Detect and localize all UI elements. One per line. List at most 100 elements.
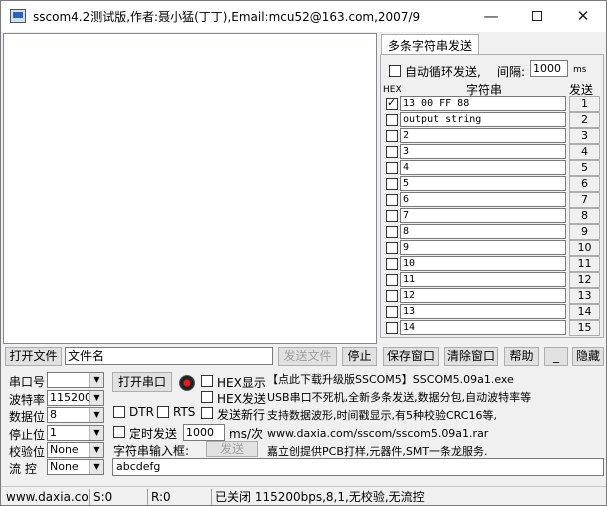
hex-display-checkbox[interactable] bbox=[201, 375, 213, 387]
file-toolbar: 打开文件 文件名 发送文件 停止 保存窗口 清除窗口 帮助 _ 隐藏 bbox=[1, 346, 606, 368]
baud-select[interactable]: 115200 ▼ bbox=[47, 390, 104, 406]
string-field[interactable]: 7 bbox=[400, 208, 566, 223]
timed-send-checkbox[interactable] bbox=[113, 426, 125, 438]
row-send-button[interactable]: 14 bbox=[569, 304, 600, 320]
chevron-down-icon: ▼ bbox=[89, 373, 103, 387]
port-select[interactable]: ▼ bbox=[47, 372, 104, 388]
app-window: sscom4.2测试版,作者:聂小猛(丁丁),Email:mcu52@163.c… bbox=[0, 0, 607, 506]
string-field[interactable]: 10 bbox=[400, 256, 566, 271]
string-field[interactable]: output string bbox=[400, 112, 566, 127]
hex-row-checkbox[interactable] bbox=[386, 114, 398, 126]
clear-window-button[interactable]: 清除窗口 bbox=[444, 347, 498, 366]
send-input[interactable]: abcdefg bbox=[112, 458, 604, 476]
data-bits-select[interactable]: 8 ▼ bbox=[47, 407, 104, 423]
row-send-button[interactable]: 4 bbox=[569, 144, 600, 160]
string-field[interactable]: 11 bbox=[400, 272, 566, 287]
row-send-button[interactable]: 6 bbox=[569, 176, 600, 192]
row-send-button[interactable]: 11 bbox=[569, 256, 600, 272]
auto-loop-label: 自动循环发送, bbox=[405, 65, 481, 79]
open-file-button[interactable]: 打开文件 bbox=[5, 347, 62, 366]
hex-row-checkbox[interactable] bbox=[386, 194, 398, 206]
hex-row-checkbox[interactable] bbox=[386, 242, 398, 254]
flow-select[interactable]: None ▼ bbox=[47, 459, 104, 475]
file-name-field[interactable]: 文件名 bbox=[65, 347, 273, 365]
string-field[interactable]: 12 bbox=[400, 288, 566, 303]
status-port-state: 已关闭 115200bps,8,1,无校验,无流控 bbox=[211, 489, 604, 505]
timed-interval-input[interactable]: 1000 bbox=[183, 424, 225, 441]
hex-row-checkbox[interactable] bbox=[386, 306, 398, 318]
hex-row-checkbox[interactable] bbox=[386, 162, 398, 174]
hex-row-checkbox[interactable] bbox=[386, 178, 398, 190]
interval-input[interactable]: 1000 bbox=[530, 60, 568, 77]
close-button[interactable]: ✕ bbox=[560, 1, 606, 32]
interval-unit: ms bbox=[573, 65, 587, 75]
string-field[interactable]: 14 bbox=[400, 320, 566, 335]
string-field[interactable]: 13 bbox=[400, 304, 566, 319]
string-field[interactable]: 3 bbox=[400, 144, 566, 159]
stop-bits-select[interactable]: 1 ▼ bbox=[47, 425, 104, 441]
open-port-button[interactable]: 打开串口 bbox=[112, 372, 172, 392]
rts-label: RTS bbox=[173, 405, 196, 419]
parity-select[interactable]: None ▼ bbox=[47, 442, 104, 458]
hex-row-checkbox[interactable] bbox=[386, 96, 398, 110]
row-send-button[interactable]: 3 bbox=[569, 128, 600, 144]
string-field[interactable]: 4 bbox=[400, 160, 566, 175]
row-send-button[interactable]: 2 bbox=[569, 112, 600, 128]
chevron-down-icon: ▼ bbox=[89, 391, 103, 405]
hide-button[interactable]: 隐藏 bbox=[572, 347, 604, 366]
string-row: 13 14 bbox=[381, 304, 603, 320]
upgrade-link[interactable]: 【点此下载升级版SSCOM5】SSCOM5.09a1.exe bbox=[267, 371, 605, 389]
string-field[interactable]: 6 bbox=[400, 192, 566, 207]
status-site[interactable]: www.daxia.com bbox=[3, 489, 88, 505]
row-send-button[interactable]: 8 bbox=[569, 208, 600, 224]
info-line: USB串口不死机,全新多条发送,数据分包,自动波特率等 bbox=[267, 391, 532, 404]
send-file-button[interactable]: 发送文件 bbox=[278, 347, 337, 366]
download-url[interactable]: www.daxia.com/sscom/sscom5.09a1.rar bbox=[267, 425, 605, 443]
rts-checkbox[interactable] bbox=[157, 406, 169, 418]
receive-textarea[interactable] bbox=[3, 33, 377, 344]
help-button[interactable]: 帮助 bbox=[504, 347, 539, 366]
save-window-button[interactable]: 保存窗口 bbox=[383, 347, 439, 366]
hex-row-checkbox[interactable] bbox=[386, 258, 398, 270]
send-newline-checkbox[interactable] bbox=[201, 407, 213, 419]
minimize-panel-button[interactable]: _ bbox=[544, 347, 568, 366]
row-send-button[interactable]: 1 bbox=[569, 96, 600, 112]
hex-row-checkbox[interactable] bbox=[386, 322, 398, 334]
status-bar: www.daxia.com S:0 R:0 已关闭 115200bps,8,1,… bbox=[1, 486, 606, 505]
maximize-button[interactable] bbox=[514, 1, 560, 32]
info-panel: 【点此下载升级版SSCOM5】SSCOM5.09a1.exe USB串口不死机,… bbox=[267, 371, 605, 458]
tab-multi-string[interactable]: 多条字符串发送 bbox=[381, 34, 480, 54]
string-field[interactable]: 13 00 FF 88 bbox=[400, 96, 566, 111]
hex-row-checkbox[interactable] bbox=[386, 130, 398, 142]
string-field[interactable]: 8 bbox=[400, 224, 566, 239]
hex-row-checkbox[interactable] bbox=[386, 274, 398, 286]
interval-label: 间隔: bbox=[497, 65, 526, 79]
minimize-button[interactable]: — bbox=[468, 1, 514, 32]
row-send-button[interactable]: 9 bbox=[569, 224, 600, 240]
timed-unit-label: ms/次 bbox=[229, 427, 263, 441]
hex-row-checkbox[interactable] bbox=[386, 210, 398, 222]
row-send-button[interactable]: 13 bbox=[569, 288, 600, 304]
row-send-button[interactable]: 5 bbox=[569, 160, 600, 176]
row-send-button[interactable]: 15 bbox=[569, 320, 600, 336]
stop-button[interactable]: 停止 bbox=[342, 347, 377, 366]
hex-row-checkbox[interactable] bbox=[386, 146, 398, 158]
string-field[interactable]: 2 bbox=[400, 128, 566, 143]
string-field[interactable]: 5 bbox=[400, 176, 566, 191]
row-send-button[interactable]: 10 bbox=[569, 240, 600, 256]
dtr-label: DTR bbox=[129, 405, 154, 419]
dtr-checkbox[interactable] bbox=[113, 406, 125, 418]
send-button[interactable]: 发送 bbox=[206, 441, 258, 457]
hex-row-checkbox[interactable] bbox=[386, 226, 398, 238]
string-field[interactable]: 9 bbox=[400, 240, 566, 255]
row-send-button[interactable]: 12 bbox=[569, 272, 600, 288]
string-input-label: 字符串输入框: bbox=[113, 444, 190, 458]
maximize-icon bbox=[532, 11, 542, 21]
hex-send-checkbox[interactable] bbox=[201, 391, 213, 403]
auto-loop-check-icon[interactable] bbox=[389, 64, 401, 77]
string-row: 10 11 bbox=[381, 256, 603, 272]
row-send-button[interactable]: 7 bbox=[569, 192, 600, 208]
auto-loop-checkbox[interactable]: 自动循环发送, bbox=[389, 63, 481, 79]
hex-row-checkbox[interactable] bbox=[386, 290, 398, 302]
baud-label: 波特率 bbox=[9, 393, 46, 407]
